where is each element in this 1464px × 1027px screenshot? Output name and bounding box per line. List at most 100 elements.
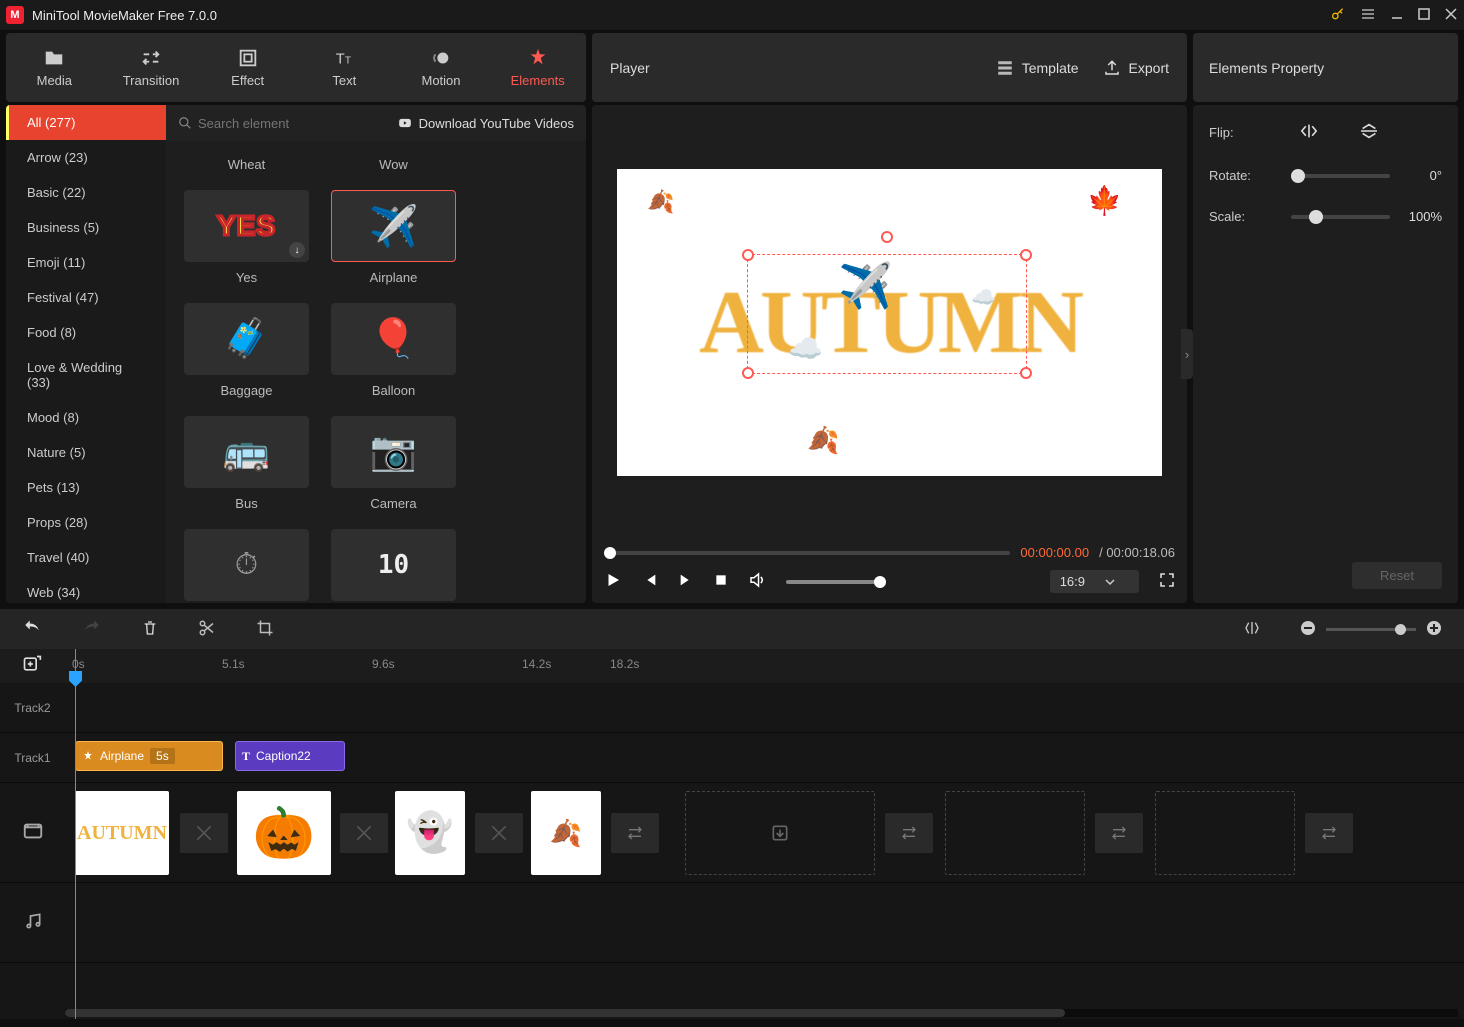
transition-slot-4[interactable] xyxy=(611,813,659,853)
category-item-nature[interactable]: Nature (5) xyxy=(6,435,166,470)
split-button[interactable] xyxy=(198,619,216,640)
category-item-props[interactable]: Props (28) xyxy=(6,505,166,540)
tab-elements[interactable]: Elements xyxy=(489,33,586,102)
track-2[interactable]: Track2 xyxy=(0,683,1464,733)
reset-button[interactable]: Reset xyxy=(1352,562,1442,589)
transition-slot-5[interactable] xyxy=(885,813,933,853)
category-item-all[interactable]: All (277) xyxy=(6,105,166,140)
category-item-festival[interactable]: Festival (47) xyxy=(6,280,166,315)
element-thumb-baggage[interactable]: 🧳 xyxy=(184,303,309,375)
category-item-basic[interactable]: Basic (22) xyxy=(6,175,166,210)
stop-button[interactable] xyxy=(714,573,728,590)
zoom-thumb[interactable] xyxy=(1395,624,1406,635)
elements-grid[interactable]: Wheat Wow YES ↓ Yes ✈️ xyxy=(166,141,586,603)
rotate-thumb[interactable] xyxy=(1291,169,1305,183)
handle-top-left[interactable] xyxy=(742,249,754,261)
zoom-slider[interactable] xyxy=(1326,628,1416,631)
transition-slot-1[interactable] xyxy=(180,813,228,853)
timeline-scrollbar[interactable] xyxy=(65,1009,1458,1017)
element-thumb-camera[interactable]: 📷 xyxy=(331,416,456,488)
flip-vertical-button[interactable] xyxy=(1359,123,1379,142)
category-item-pets[interactable]: Pets (13) xyxy=(6,470,166,505)
clip-airplane[interactable]: Airplane 5s xyxy=(75,741,223,771)
category-item-emoji[interactable]: Emoji (11) xyxy=(6,245,166,280)
zoom-out-button[interactable] xyxy=(1300,620,1316,639)
volume-thumb[interactable] xyxy=(874,576,886,588)
category-item-arrow[interactable]: Arrow (23) xyxy=(6,140,166,175)
scale-thumb[interactable] xyxy=(1309,210,1323,224)
category-item-love-wedding[interactable]: Love & Wedding (33) xyxy=(6,350,166,400)
prev-button[interactable] xyxy=(642,572,658,591)
tab-media[interactable]: Media xyxy=(6,33,103,102)
menu-icon[interactable] xyxy=(1360,6,1376,25)
next-button[interactable] xyxy=(678,572,694,591)
search-input[interactable] xyxy=(198,116,387,131)
aspect-select[interactable]: 16:9 xyxy=(1050,570,1139,593)
empty-media-slot-2[interactable] xyxy=(945,791,1085,875)
zoom-in-button[interactable] xyxy=(1426,620,1442,639)
timeline[interactable]: 0s 5.1s 9.6s 14.2s 18.2s Track2 Track1 A… xyxy=(0,649,1464,1019)
element-thumb-extra1[interactable]: ⏱ xyxy=(184,529,309,601)
transition-slot-6[interactable] xyxy=(1095,813,1143,853)
selection-box[interactable]: ✈️ ☁️ ☁️ xyxy=(747,254,1027,374)
transition-slot-7[interactable] xyxy=(1305,813,1353,853)
template-button[interactable]: Template xyxy=(996,59,1079,77)
redo-button[interactable] xyxy=(82,619,102,640)
track-1[interactable]: Track1 Airplane 5s T Caption22 xyxy=(0,733,1464,783)
progress-bar[interactable] xyxy=(604,551,1010,555)
media-clip-4[interactable]: 🍂 xyxy=(531,791,601,875)
scale-slider[interactable] xyxy=(1291,215,1390,219)
tab-text[interactable]: TT Text xyxy=(296,33,393,102)
close-button[interactable] xyxy=(1444,7,1458,24)
transition-slot-2[interactable] xyxy=(340,813,388,853)
rotate-slider[interactable] xyxy=(1291,174,1390,178)
clip-caption22[interactable]: T Caption22 xyxy=(235,741,345,771)
playhead[interactable] xyxy=(75,649,76,1019)
maximize-button[interactable] xyxy=(1418,7,1430,23)
fit-timeline-button[interactable] xyxy=(1244,620,1260,639)
handle-top-right[interactable] xyxy=(1020,249,1032,261)
download-icon[interactable]: ↓ xyxy=(289,242,305,258)
fullscreen-button[interactable] xyxy=(1159,572,1175,591)
key-icon[interactable] xyxy=(1330,6,1346,25)
preview-canvas[interactable]: AUTUMN 🍂 🍁 🍂 ✈️ ☁️ ☁️ xyxy=(617,169,1162,476)
tab-effect[interactable]: Effect xyxy=(199,33,296,102)
category-list[interactable]: All (277) Arrow (23) Basic (22) Business… xyxy=(6,105,166,603)
flip-horizontal-button[interactable] xyxy=(1299,123,1319,142)
empty-media-slot-1[interactable] xyxy=(685,791,875,875)
audio-track[interactable] xyxy=(0,883,1464,963)
category-item-food[interactable]: Food (8) xyxy=(6,315,166,350)
progress-thumb[interactable] xyxy=(604,547,616,559)
crop-button[interactable] xyxy=(256,619,274,640)
tab-transition[interactable]: Transition xyxy=(103,33,200,102)
element-thumb-yes[interactable]: YES ↓ xyxy=(184,190,309,262)
element-thumb-airplane[interactable]: ✈️ xyxy=(331,190,456,262)
minimize-button[interactable] xyxy=(1390,7,1404,24)
category-item-mood[interactable]: Mood (8) xyxy=(6,400,166,435)
media-clip-3[interactable]: 👻 xyxy=(395,791,465,875)
category-item-travel[interactable]: Travel (40) xyxy=(6,540,166,575)
element-thumb-bus[interactable]: 🚌 xyxy=(184,416,309,488)
download-youtube-button[interactable]: Download YouTube Videos xyxy=(397,116,574,131)
add-track-button[interactable] xyxy=(22,654,42,677)
media-clip-2[interactable]: 🎃 xyxy=(237,791,331,875)
element-thumb-balloon[interactable]: 🎈 xyxy=(331,303,456,375)
transition-slot-3[interactable] xyxy=(475,813,523,853)
timeline-scrollbar-thumb[interactable] xyxy=(65,1009,1065,1017)
play-button[interactable] xyxy=(604,571,622,592)
handle-rotate[interactable] xyxy=(881,231,893,243)
video-track[interactable]: AUTUMN 🎃 👻 🍂 xyxy=(0,783,1464,883)
category-item-web[interactable]: Web (34) xyxy=(6,575,166,603)
export-button[interactable]: Export xyxy=(1103,59,1169,77)
handle-bottom-right[interactable] xyxy=(1020,367,1032,379)
undo-button[interactable] xyxy=(22,619,42,640)
empty-media-slot-3[interactable] xyxy=(1155,791,1295,875)
volume-icon[interactable] xyxy=(748,571,766,592)
timeline-ruler[interactable]: 0s 5.1s 9.6s 14.2s 18.2s xyxy=(0,649,1464,683)
delete-button[interactable] xyxy=(142,619,158,640)
category-item-business[interactable]: Business (5) xyxy=(6,210,166,245)
handle-bottom-left[interactable] xyxy=(742,367,754,379)
volume-slider[interactable] xyxy=(786,580,886,584)
element-thumb-extra2[interactable]: 10 xyxy=(331,529,456,601)
media-clip-1[interactable]: AUTUMN xyxy=(75,791,169,875)
